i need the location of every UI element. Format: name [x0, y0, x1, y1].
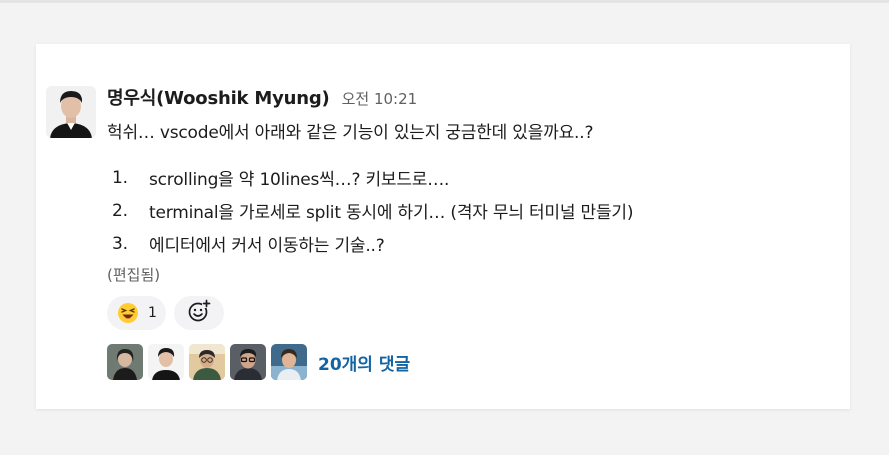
participant-avatar[interactable] [148, 344, 184, 380]
participant-avatar[interactable] [230, 344, 266, 380]
list-item-text: scrolling을 약 10lines씩…? 키보드로…. [149, 170, 450, 190]
participant-avatar[interactable] [189, 344, 225, 380]
list-item-text: 에디터에서 커서 이동하는 기술..? [149, 236, 385, 256]
edited-label: (편집됨) [107, 266, 161, 284]
list-number: 1. [112, 167, 128, 188]
author-name[interactable]: 명우식(Wooshik Myung) [107, 84, 330, 110]
reaction-count: 1 [148, 305, 157, 321]
list-item: 2. terminal을 가로세로 split 동시에 하기… (격자 무늬 터… [112, 194, 633, 227]
list-item: 1. scrolling을 약 10lines씩…? 키보드로…. [112, 161, 633, 194]
list-number: 3. [112, 233, 128, 254]
list-item-text: terminal을 가로세로 split 동시에 하기… (격자 무늬 터미널 … [149, 203, 634, 223]
message-timestamp[interactable]: 오전 10:21 [342, 88, 418, 109]
add-emoji-icon [187, 299, 211, 327]
participant-avatar[interactable] [271, 344, 307, 380]
reply-count-link[interactable]: 20개의 댓글 [318, 350, 410, 375]
thread-replies: 20개의 댓글 [107, 344, 410, 380]
reaction-laughing[interactable]: 1 [107, 296, 166, 330]
list-item: 3. 에디터에서 커서 이동하는 기술..? [112, 227, 633, 260]
message-header: 명우식(Wooshik Myung) 오전 10:21 [107, 84, 417, 110]
message-list: 1. scrolling을 약 10lines씩…? 키보드로…. 2. ter… [112, 161, 633, 260]
author-avatar[interactable] [46, 86, 96, 138]
add-reaction-button[interactable] [174, 296, 224, 330]
message-text: 헉쉬… vscode에서 아래와 같은 기능이 있는지 궁금한데 있을까요..? [107, 123, 594, 143]
laughing-face-icon [117, 302, 139, 324]
message-card: 명우식(Wooshik Myung) 오전 10:21 헉쉬… vscode에서… [36, 44, 850, 409]
participant-avatar[interactable] [107, 344, 143, 380]
list-number: 2. [112, 200, 128, 221]
top-divider [0, 0, 889, 3]
